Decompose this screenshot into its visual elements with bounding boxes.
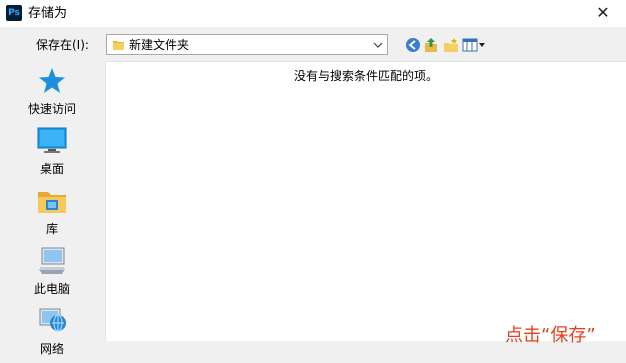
- place-libraries[interactable]: 库: [0, 185, 104, 243]
- view-menu-button[interactable]: [462, 37, 486, 53]
- place-label: 此电脑: [33, 282, 70, 296]
- window-title: 存储为: [28, 6, 68, 21]
- save-in-label: 保存在(I):: [36, 38, 89, 52]
- place-label: 桌面: [39, 162, 64, 176]
- empty-results-message: 没有与搜索条件匹配的项。: [293, 69, 438, 83]
- close-button[interactable]: ✕: [580, 0, 626, 27]
- place-label: 库: [45, 222, 58, 236]
- desktop-icon: [37, 127, 67, 153]
- place-label: 快速访问: [27, 102, 76, 116]
- chevron-down-icon[interactable]: [372, 39, 384, 51]
- save-in-dropdown[interactable]: 新建文件夹: [106, 34, 388, 55]
- places-sidebar: 快速访问 桌面 库 此电脑 网络: [0, 65, 104, 356]
- photoshop-app-icon: Ps: [6, 5, 22, 21]
- network-icon: [39, 308, 66, 332]
- back-button[interactable]: [405, 37, 421, 53]
- place-quick-access[interactable]: 快速访问: [0, 65, 104, 123]
- place-desktop[interactable]: 桌面: [0, 125, 104, 183]
- title-bar: Ps 存储为 ✕: [0, 0, 626, 27]
- place-this-pc[interactable]: 此电脑: [0, 245, 104, 303]
- new-folder-button[interactable]: [443, 37, 459, 53]
- file-list-pane[interactable]: 没有与搜索条件匹配的项。: [105, 61, 626, 341]
- place-network[interactable]: 网络: [0, 305, 104, 363]
- place-label: 网络: [39, 342, 64, 356]
- star-icon: [39, 68, 65, 93]
- folder-icon: [113, 41, 124, 50]
- save-in-value: 新建文件夹: [129, 38, 190, 52]
- annotation-text: 点击“保存”: [505, 325, 596, 346]
- up-folder-button[interactable]: [424, 37, 438, 53]
- computer-icon: [39, 247, 65, 274]
- library-icon: [38, 192, 66, 213]
